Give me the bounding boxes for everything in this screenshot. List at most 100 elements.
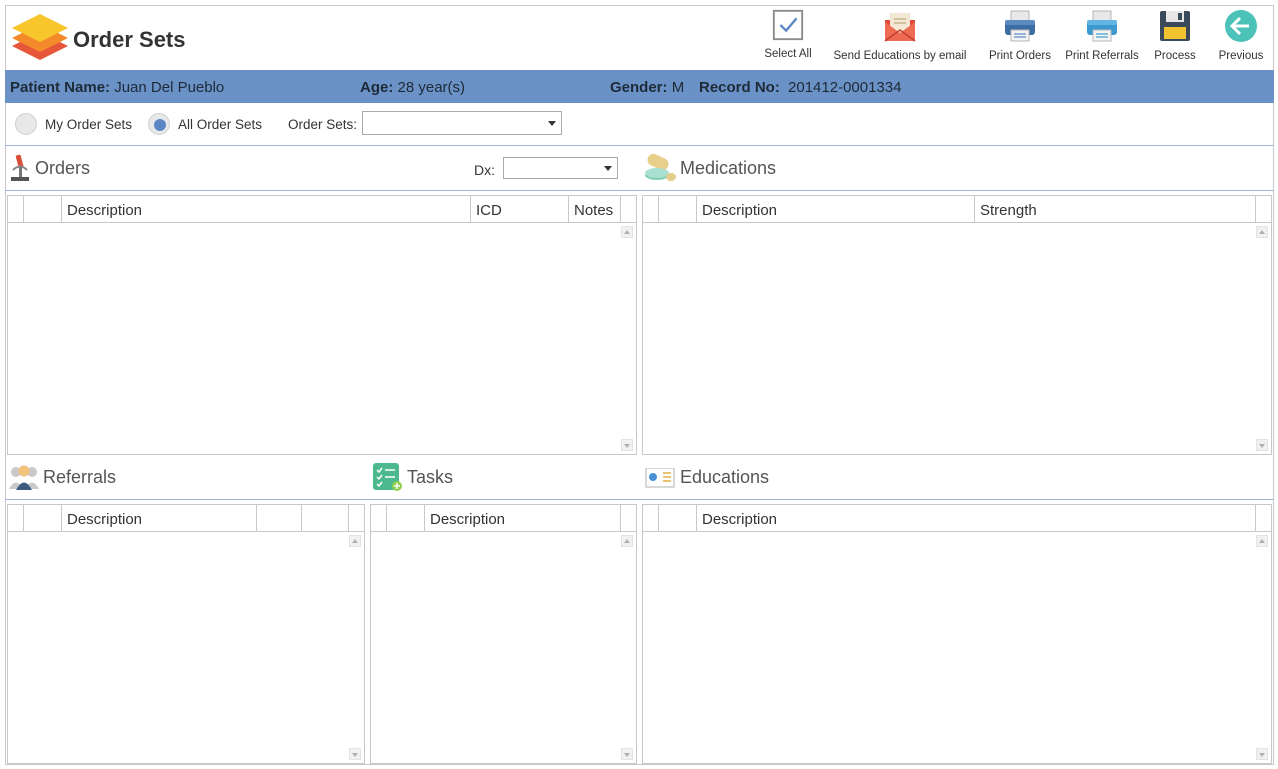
people-icon <box>9 465 39 490</box>
dx-dropdown[interactable] <box>503 157 618 179</box>
radio-circle-selected <box>148 113 170 135</box>
process-label: Process <box>1154 50 1196 62</box>
patient-age-label: Age: <box>360 79 394 96</box>
microscope-icon <box>11 154 29 181</box>
patient-gender-label: Gender: <box>610 79 668 96</box>
print-referrals-button[interactable]: Print Referrals <box>1064 8 1140 62</box>
educations-section-header: Educations <box>643 462 769 492</box>
printer-icon <box>1005 10 1035 42</box>
icon-column-header[interactable] <box>659 196 697 223</box>
icd-column-header[interactable]: ICD <box>471 196 569 223</box>
medications-section-header: Medications <box>643 153 776 183</box>
print-orders-label: Print Orders <box>989 50 1051 62</box>
my-order-sets-radio[interactable]: My Order Sets <box>15 113 132 135</box>
referrals-grid-header: Description <box>8 505 364 532</box>
print-orders-button[interactable]: Print Orders <box>986 8 1054 62</box>
patient-info-bar: Patient Name: Juan Del Pueblo Age: 28 ye… <box>5 70 1274 103</box>
tasks-section-header: Tasks <box>372 462 453 492</box>
tasks-grid-header: Description <box>371 505 636 532</box>
select-all-label: Select All <box>764 48 812 60</box>
scroll-up-arrow[interactable] <box>621 226 633 238</box>
page-title: Order Sets <box>73 27 186 52</box>
order-sets-dropdown[interactable] <box>362 111 562 135</box>
previous-label: Previous <box>1218 50 1264 62</box>
envelope-icon <box>884 13 916 42</box>
scroll-down-arrow[interactable] <box>1256 439 1268 451</box>
tasks-title: Tasks <box>407 466 454 487</box>
checkbox-column-header[interactable] <box>643 505 659 532</box>
patient-age: Age: 28 year(s) <box>360 79 465 96</box>
empty-column-header[interactable] <box>257 505 302 532</box>
floppy-disk-icon <box>1160 11 1190 41</box>
scroll-up-arrow[interactable] <box>349 535 361 547</box>
medications-title: Medications <box>680 157 777 178</box>
dx-label: Dx: <box>474 162 495 178</box>
patient-name-label: Patient Name: <box>10 79 111 96</box>
patient-gender-value: M <box>671 79 685 96</box>
process-button[interactable]: Process <box>1152 8 1198 62</box>
print-referrals-label: Print Referrals <box>1065 50 1139 62</box>
select-all-button[interactable]: Select All <box>762 8 814 60</box>
referrals-title: Referrals <box>43 466 117 487</box>
checkbox-column-header[interactable] <box>643 196 659 223</box>
chevron-down-icon <box>548 121 556 126</box>
empty-column-header[interactable] <box>302 505 349 532</box>
scroll-down-arrow[interactable] <box>621 748 633 760</box>
patient-gender: Gender: M <box>610 79 684 96</box>
educations-grid-header: Description <box>643 505 1271 532</box>
layers-logo-icon <box>12 14 68 60</box>
radio-circle <box>15 113 37 135</box>
order-sets-label: Order Sets: <box>288 117 358 132</box>
orders-grid-header: Description ICD Notes <box>8 196 636 223</box>
chevron-down-icon <box>604 166 612 171</box>
send-educations-button[interactable]: Send Educations by email <box>830 8 970 62</box>
icon-column-header[interactable] <box>659 505 697 532</box>
orders-grid: Description ICD Notes <box>7 195 637 455</box>
checkbox-column-header[interactable] <box>371 505 387 532</box>
scroll-down-arrow[interactable] <box>1256 748 1268 760</box>
medications-grid-header: Description Strength <box>643 196 1271 223</box>
patient-name: Patient Name: Juan Del Pueblo <box>10 79 224 96</box>
orders-section-header: Orders <box>8 153 90 183</box>
orders-title: Orders <box>35 157 91 178</box>
icon-column-header[interactable] <box>387 505 425 532</box>
scroll-down-arrow[interactable] <box>349 748 361 760</box>
medications-grid: Description Strength <box>642 195 1272 455</box>
scroll-down-arrow[interactable] <box>621 439 633 451</box>
icon-column-header[interactable] <box>24 505 62 532</box>
send-educations-label: Send Educations by email <box>833 50 967 62</box>
divider <box>5 145 1274 146</box>
checkbox-column-header[interactable] <box>8 196 24 223</box>
patient-name-value: Juan Del Pueblo <box>114 79 225 96</box>
scroll-up-arrow[interactable] <box>1256 535 1268 547</box>
strength-column-header[interactable]: Strength <box>975 196 1256 223</box>
description-column-header[interactable]: Description <box>425 505 621 532</box>
printer-icon <box>1087 10 1117 42</box>
patient-age-value: 28 year(s) <box>397 79 466 96</box>
divider <box>5 190 1274 191</box>
referrals-section-header: Referrals <box>8 462 116 492</box>
patient-record: Record No: 201412-0001334 <box>699 79 901 96</box>
pills-icon <box>645 153 676 181</box>
educations-title: Educations <box>680 466 770 487</box>
all-order-sets-radio[interactable]: All Order Sets <box>148 113 262 135</box>
scroll-up-arrow[interactable] <box>1256 226 1268 238</box>
previous-button[interactable]: Previous <box>1214 8 1268 62</box>
description-column-header[interactable]: Description <box>697 505 1256 532</box>
notes-column-header[interactable]: Notes <box>569 196 621 223</box>
icon-column-header[interactable] <box>24 196 62 223</box>
divider <box>5 499 1274 500</box>
checkbox-column-header[interactable] <box>8 505 24 532</box>
my-order-sets-label: My Order Sets <box>45 116 133 132</box>
checkbox-icon <box>772 9 804 41</box>
arrow-left-circle-icon <box>1225 10 1257 42</box>
description-column-header[interactable]: Description <box>697 196 975 223</box>
description-column-header[interactable]: Description <box>62 196 471 223</box>
description-column-header[interactable]: Description <box>62 505 257 532</box>
scroll-up-arrow[interactable] <box>621 535 633 547</box>
educations-grid: Description <box>642 504 1272 764</box>
checklist-icon <box>373 463 402 491</box>
referrals-grid: Description <box>7 504 365 764</box>
book-icon <box>645 468 675 488</box>
patient-record-value: 201412-0001334 <box>788 79 902 96</box>
